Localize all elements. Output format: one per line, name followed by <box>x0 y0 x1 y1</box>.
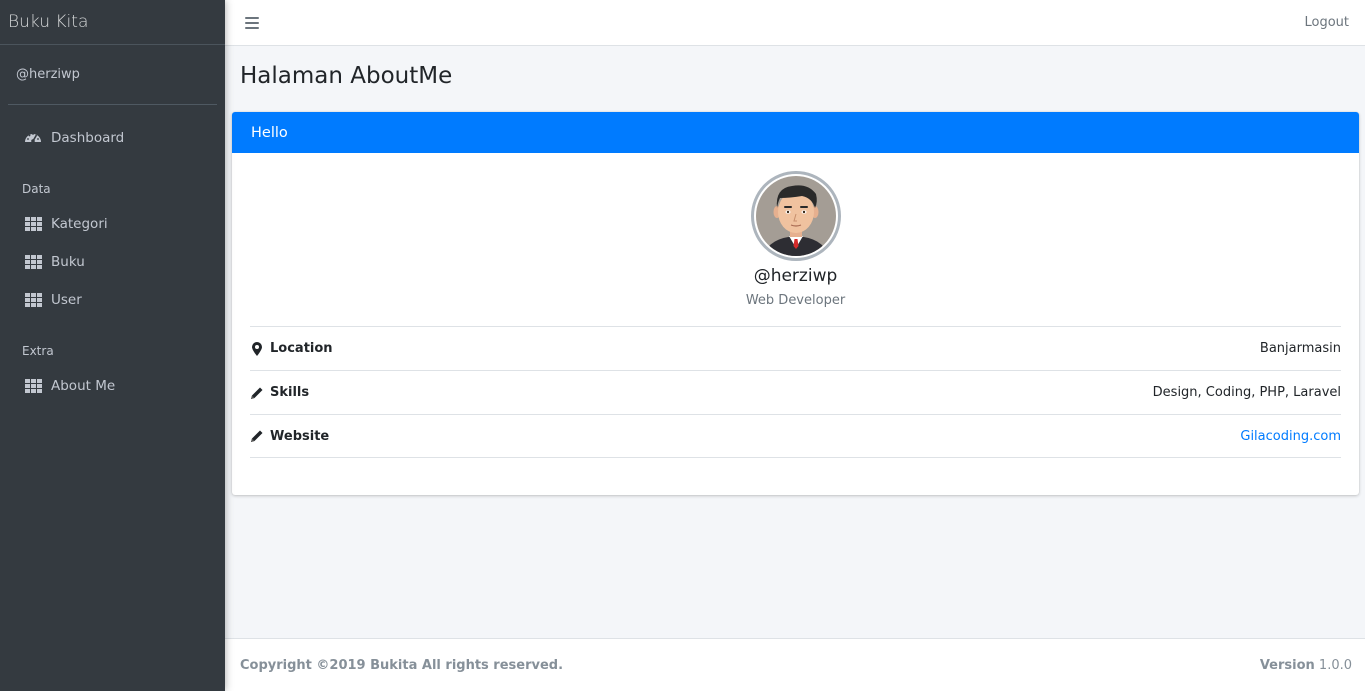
brand-title[interactable]: Buku Kita <box>0 0 225 45</box>
page-title: Halaman AboutMe <box>240 63 453 89</box>
sidebar-item-label: About Me <box>51 378 116 394</box>
info-row-skills: Skills Design, Coding, PHP, Laravel <box>250 371 1341 415</box>
sidebar-item-label: User <box>51 292 82 308</box>
nav-header-data: Data <box>22 182 51 196</box>
info-row-location: Location Banjarmasin <box>250 327 1341 371</box>
info-value: Banjarmasin <box>1259 341 1341 356</box>
info-value: Design, Coding, PHP, Laravel <box>1152 385 1341 400</box>
profile-card: Hello @herziwp Web Developer Location Ba… <box>232 112 1359 495</box>
sidebar-item-about-me[interactable]: About Me <box>0 367 225 405</box>
pencil-icon <box>250 429 264 443</box>
profile-section: @herziwp Web Developer <box>232 171 1359 309</box>
table-grid-icon <box>24 377 42 395</box>
sidebar: Buku Kita @herziwp Dashboard Data Katego… <box>0 0 225 691</box>
pencil-icon <box>250 386 264 400</box>
footer-copyright: Copyright ©2019 Bukita All rights reserv… <box>240 657 564 673</box>
map-marker-icon <box>250 341 264 356</box>
sidebar-item-kategori[interactable]: Kategori <box>0 205 225 243</box>
info-label-text: Skills <box>270 385 310 400</box>
footer-version: Version 1.0.0 <box>1260 658 1352 673</box>
website-link[interactable]: Gilacoding.com <box>1240 429 1341 444</box>
profile-username: @herziwp <box>753 266 838 286</box>
table-grid-icon <box>24 215 42 233</box>
sidebar-item-user[interactable]: User <box>0 281 225 319</box>
sidebar-item-label: Dashboard <box>51 130 125 146</box>
info-label-text: Location <box>270 341 333 356</box>
profile-role: Web Developer <box>745 293 846 308</box>
main-content: Halaman AboutMe Hello @herziwp Web Devel… <box>225 46 1365 495</box>
top-navbar: Logout <box>225 0 1365 46</box>
sidebar-item-dashboard[interactable]: Dashboard <box>0 119 225 157</box>
info-label: Location <box>250 341 333 356</box>
version-label: Version <box>1259 657 1315 673</box>
menu-toggle-icon[interactable] <box>245 16 259 29</box>
sidebar-nav: Dashboard Data Kategori Buku User Extra … <box>0 105 225 405</box>
version-value: 1.0.0 <box>1318 657 1352 673</box>
info-label: Website <box>250 429 329 444</box>
sidebar-item-buku[interactable]: Buku <box>0 243 225 281</box>
avatar <box>750 171 841 261</box>
dashboard-gauge-icon <box>24 129 42 147</box>
info-label: Skills <box>250 385 309 400</box>
profile-info-list: Location Banjarmasin Skills Design, Codi… <box>250 326 1341 458</box>
nav-header-extra: Extra <box>22 344 54 358</box>
info-label-text: Website <box>270 428 330 444</box>
info-row-website: Website Gilacoding.com <box>250 415 1341 458</box>
sidebar-item-label: Buku <box>51 254 85 270</box>
table-grid-icon <box>24 253 42 271</box>
table-grid-icon <box>24 291 42 309</box>
avatar-image <box>755 176 836 256</box>
footer: Copyright ©2019 Bukita All rights reserv… <box>225 638 1365 691</box>
sidebar-user-name[interactable]: @herziwp <box>8 45 217 105</box>
logout-link[interactable]: Logout <box>1304 15 1349 30</box>
sidebar-item-label: Kategori <box>51 216 108 232</box>
card-header: Hello <box>232 112 1359 153</box>
